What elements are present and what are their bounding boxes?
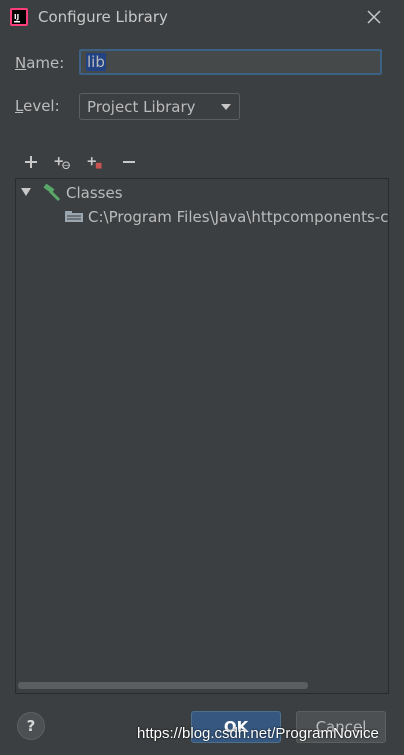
horizontal-scrollbar[interactable] <box>18 682 308 689</box>
folder-icon <box>65 211 83 222</box>
attach-jar-icon[interactable] <box>86 153 104 171</box>
attach-url-icon[interactable] <box>53 153 71 171</box>
hammer-icon <box>43 184 61 202</box>
chevron-down-icon <box>221 104 231 110</box>
title-bar: IJ Configure Library <box>0 0 404 36</box>
tree-row-classes-label: Classes <box>66 184 123 202</box>
level-dropdown-value: Project Library <box>87 98 196 116</box>
intellij-app-icon: IJ <box>10 8 28 26</box>
help-button[interactable]: ? <box>17 712 45 740</box>
remove-icon[interactable] <box>120 153 138 171</box>
watermark-text: https://blog.csdn.net/ProgramNovice <box>137 725 379 742</box>
name-input[interactable]: lib <box>79 49 382 75</box>
add-icon[interactable] <box>22 153 40 171</box>
close-icon[interactable] <box>366 9 382 25</box>
name-label: Name: <box>15 54 65 72</box>
level-label: Level: <box>15 97 60 115</box>
expand-triangle-icon[interactable] <box>20 187 32 197</box>
classes-tree[interactable]: Classes C:\Program Files\Java\httpcompon… <box>15 178 389 694</box>
level-dropdown[interactable]: Project Library <box>79 93 240 120</box>
name-input-selected-text: lib <box>86 53 106 71</box>
window-title: Configure Library <box>38 8 168 26</box>
svg-text:IJ: IJ <box>14 13 19 21</box>
tree-row-jar-path-label: C:\Program Files\Java\httpcomponents-cl <box>88 208 389 226</box>
